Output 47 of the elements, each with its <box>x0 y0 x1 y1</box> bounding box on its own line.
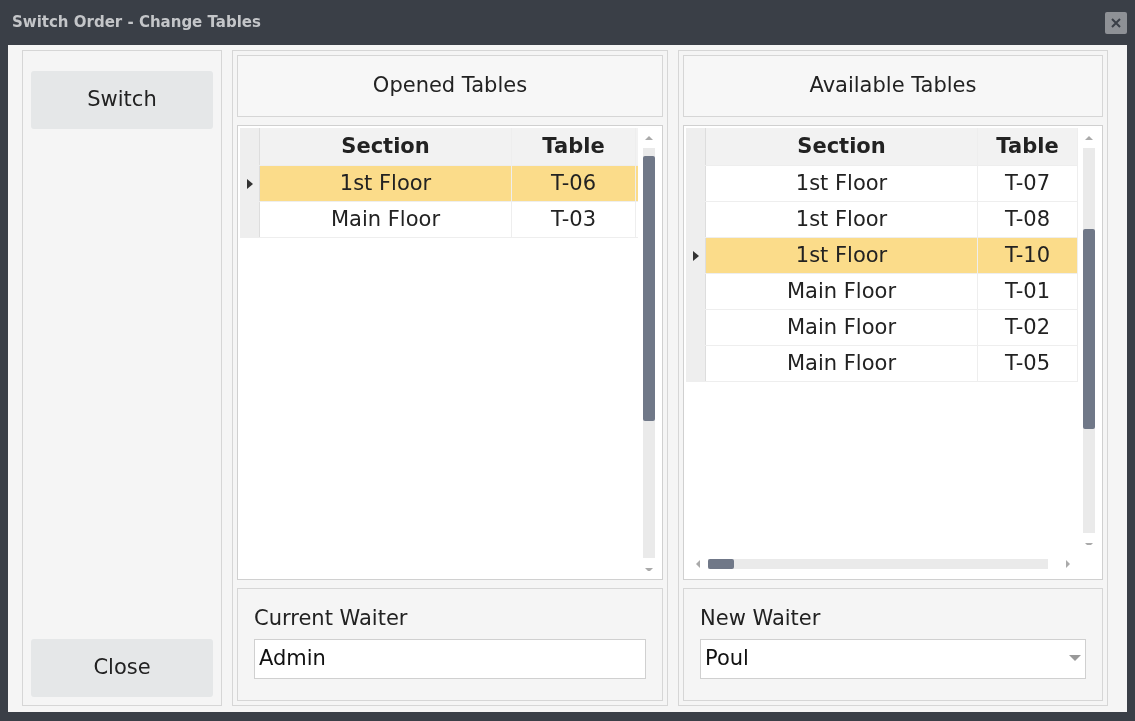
table-cell: T-07 <box>978 166 1078 201</box>
table-cell: T-05 <box>978 346 1078 381</box>
side-button[interactable]: Close <box>31 639 213 697</box>
table-row[interactable]: Main Floor T-01 <box>686 274 1078 310</box>
side-button[interactable]: Switch <box>31 71 213 129</box>
table-cell: T-01 <box>978 274 1078 309</box>
table-cell: 1st Floor <box>260 166 512 201</box>
close-button[interactable] <box>1105 11 1127 34</box>
table-row[interactable]: 1st Floor T-10 <box>686 238 1078 274</box>
panel-title: Opened Tables <box>237 55 663 117</box>
row-header <box>686 346 706 381</box>
column-header: Table <box>512 128 636 165</box>
table-cell: 1st Floor <box>706 166 978 201</box>
table-cell: T-08 <box>978 202 1078 237</box>
table-row[interactable]: 1st Floor T-07 <box>686 166 1078 202</box>
vertical-scrollbar[interactable] <box>642 134 656 571</box>
field-label: New Waiter <box>700 605 822 632</box>
table-cell: T-10 <box>978 238 1078 273</box>
close-icon <box>1111 17 1121 28</box>
waiter-dropdown[interactable]: Poul <box>700 638 1086 679</box>
row-header <box>240 202 260 237</box>
table-cell: 1st Floor <box>706 202 978 237</box>
table-row[interactable]: Main Floor T-05 <box>686 346 1078 382</box>
table-cell: T-02 <box>978 310 1078 345</box>
table-cell: Main Floor <box>706 274 978 309</box>
window-title: Switch Order - Change Tables <box>12 12 261 34</box>
table-cell: Main Floor <box>260 202 512 237</box>
vertical-scrollbar[interactable] <box>1082 134 1096 545</box>
dropdown-arrow-icon <box>1069 655 1081 662</box>
column-header: Table <box>978 128 1078 165</box>
field-value: Admin <box>259 644 326 672</box>
table-cell: T-06 <box>512 166 636 201</box>
table-cell: Main Floor <box>706 310 978 345</box>
table-row[interactable]: 1st Floor T-06 <box>240 166 638 202</box>
field-label: Current Waiter <box>254 605 409 632</box>
table-cell: T-03 <box>512 202 636 237</box>
row-pointer-icon <box>692 250 699 261</box>
table-row[interactable]: Main Floor T-02 <box>686 310 1078 346</box>
table-cell: 1st Floor <box>706 238 978 273</box>
table-cell: Main Floor <box>706 346 978 381</box>
panel-title: Available Tables <box>683 55 1103 117</box>
table-row[interactable]: Main Floor T-03 <box>240 202 638 238</box>
column-header: Section <box>706 128 978 165</box>
column-header: Section <box>260 128 512 165</box>
field-value: Poul <box>705 644 749 672</box>
waiter-field[interactable]: Admin <box>254 638 646 679</box>
row-pointer-icon <box>246 178 253 189</box>
